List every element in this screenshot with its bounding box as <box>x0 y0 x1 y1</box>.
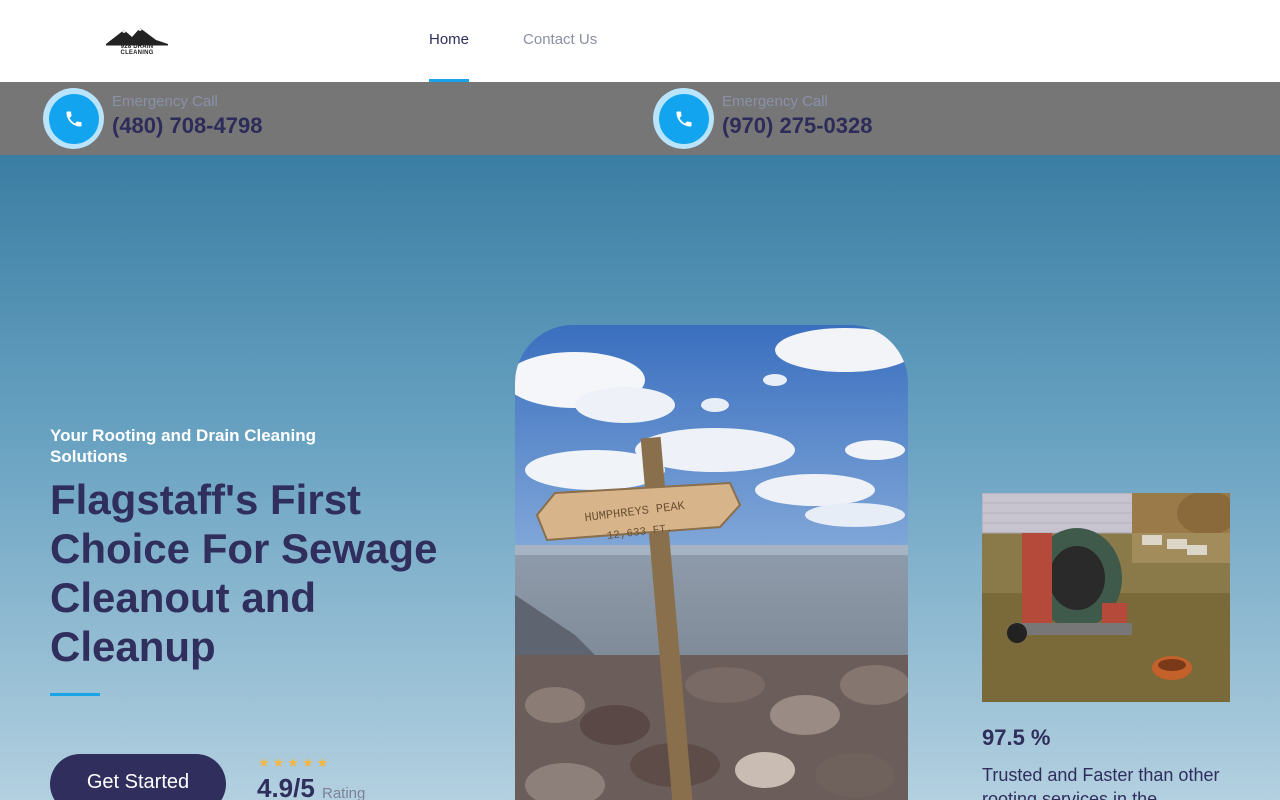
emergency-phone-number[interactable]: (970) 275-0328 <box>722 113 872 139</box>
phone-icon <box>48 93 99 144</box>
emergency-call-2[interactable]: Emergency Call (970) 275-0328 <box>653 88 872 149</box>
nav-contact-us[interactable]: Contact Us <box>523 0 597 82</box>
main-nav: Home Contact Us <box>429 0 597 82</box>
logo-text: 928 DRAIN CLEANING <box>120 44 154 56</box>
stat-text: Trusted and Faster than other rooting se… <box>982 765 1220 800</box>
phone-icon-ring <box>43 88 104 149</box>
mountain-logo-icon <box>106 28 168 46</box>
hero-headline: Flagstaff's First Choice For Sewage Clea… <box>50 476 438 670</box>
emergency-call-label: Emergency Call <box>722 93 828 110</box>
emergency-phone-number[interactable]: (480) 708-4798 <box>112 113 262 139</box>
rating-value: 4.9/5 <box>257 773 315 800</box>
rating-label: Rating <box>322 785 366 800</box>
accent-divider <box>50 693 100 696</box>
get-started-button[interactable]: Get Started <box>50 754 226 800</box>
emergency-bar: Emergency Call (480) 708-4798 Emergency … <box>0 82 1280 155</box>
phone-icon <box>658 93 709 144</box>
drain-machine-photo <box>982 493 1230 702</box>
stat-value: 97.5 % <box>982 725 1051 750</box>
nav-home[interactable]: Home <box>429 0 470 82</box>
rating-stars-icon: ★★★★★ <box>258 755 332 770</box>
phone-icon-ring <box>653 88 714 149</box>
hero-section: Your Rooting and Drain Cleaning Solution… <box>0 155 1280 800</box>
site-logo[interactable]: 928 DRAIN CLEANING <box>104 26 170 56</box>
site-header: 928 DRAIN CLEANING Home Contact Us <box>0 0 1280 82</box>
hero-subtitle: Your Rooting and Drain Cleaning Solution… <box>50 426 317 466</box>
emergency-call-label: Emergency Call <box>112 93 218 110</box>
emergency-call-1[interactable]: Emergency Call (480) 708-4798 <box>43 88 262 149</box>
hero-main-photo: HUMPHREYS PEAK 12,633 FT. <box>515 325 908 800</box>
